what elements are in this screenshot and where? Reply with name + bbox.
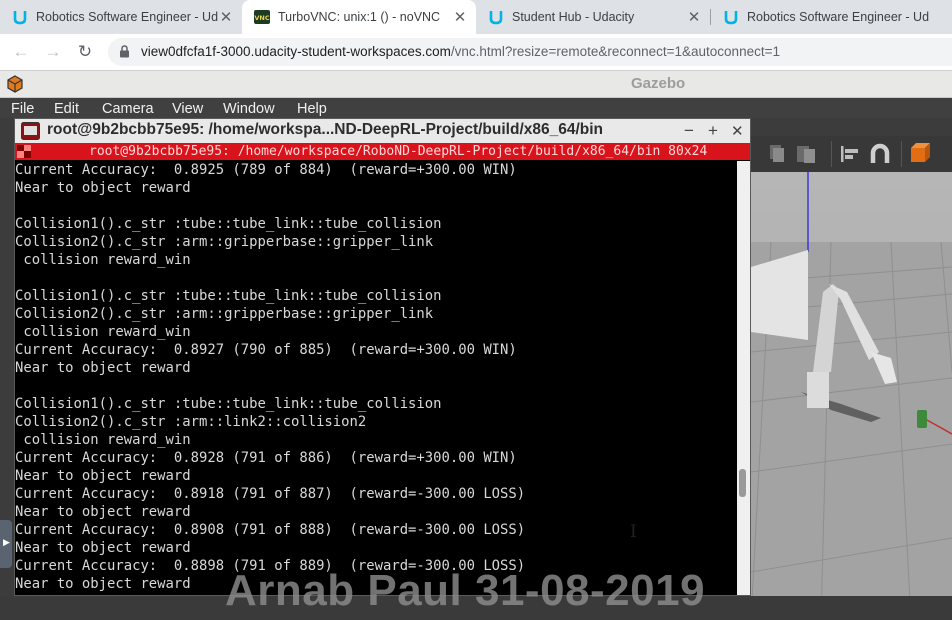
terminal-window[interactable]: root@9b2bcbb75e95: /home/workspa...ND-De…	[14, 118, 751, 596]
terminal-title-bar: root@9b2bcbb75e95: /home/workspa...ND-De…	[15, 119, 750, 143]
terminal-line: Current Accuracy: 0.8928 (791 of 886) (r…	[15, 450, 517, 466]
back-arrow-icon[interactable]: ←	[10, 41, 32, 63]
tab-title: TurboVNC: unix:1 () - noVNC	[278, 10, 441, 24]
terminal-line: Near to object reward	[15, 360, 191, 376]
terminal-line: Collision2().c_str :arm::gripperbase::gr…	[15, 234, 434, 250]
terminal-line: Collision2().c_str :arm::gripperbase::gr…	[15, 306, 434, 322]
menu-edit[interactable]: Edit	[54, 101, 79, 117]
udacity-icon	[12, 9, 28, 25]
terminal-line: Near to object reward	[15, 540, 191, 556]
gazebo-title: Gazebo	[631, 75, 686, 92]
forward-arrow-icon[interactable]: →	[42, 41, 64, 63]
terminal-line: Collision1().c_str :tube::tube_link::tub…	[15, 216, 442, 232]
reload-icon[interactable]: ↻	[74, 41, 96, 63]
tab-title: Student Hub - Udacity	[512, 10, 635, 24]
toolbar-divider	[901, 141, 902, 167]
close-tab-icon[interactable]: ✕	[452, 8, 468, 26]
menu-file[interactable]: File	[11, 101, 34, 117]
menu-camera[interactable]: Camera	[102, 101, 154, 117]
terminal-line: Near to object reward	[15, 504, 191, 520]
expand-arrow-icon: ▶	[3, 537, 10, 547]
menu-help[interactable]: Help	[297, 101, 327, 117]
browser-tab-bar: Robotics Software Engineer - Ud ✕ VNC Tu…	[0, 0, 952, 34]
terminal-line: Current Accuracy: 0.8908 (791 of 888) (r…	[15, 522, 526, 538]
terminal-line: Current Accuracy: 0.8927 (790 of 885) (r…	[15, 342, 517, 358]
align-icon[interactable]	[839, 144, 861, 169]
tab-title: Robotics Software Engineer - Ud	[36, 10, 218, 24]
terminal-line: Current Accuracy: 0.8918 (791 of 887) (r…	[15, 486, 526, 502]
terminal-line: Collision1().c_str :tube::tube_link::tub…	[15, 396, 442, 412]
menu-window[interactable]: Window	[223, 101, 275, 117]
shape-box-icon[interactable]	[909, 142, 937, 171]
terminal-tab-title: root@9b2bcbb75e95: /home/workspace/RoboN…	[89, 144, 708, 159]
vnc-icon: VNC	[254, 9, 270, 25]
vnc-sidebar-handle[interactable]: ▶	[0, 520, 12, 568]
terminal-line: Collision2().c_str :arm::link2::collisio…	[15, 414, 367, 430]
gazebo-toolbar	[751, 136, 952, 172]
browser-tab-2[interactable]: VNC TurboVNC: unix:1 () - noVNC ✕	[242, 0, 476, 34]
terminal-line: collision reward_win	[15, 252, 191, 268]
copy-icon[interactable]	[767, 144, 787, 169]
terminal-output[interactable]: Current Accuracy: 0.8925 (789 of 884) (r…	[15, 161, 737, 595]
terminal-line: collision reward_win	[15, 324, 191, 340]
udacity-icon	[723, 9, 739, 25]
close-tab-icon[interactable]: ✕	[218, 8, 234, 26]
terminal-title: root@9b2bcbb75e95: /home/workspa...ND-De…	[47, 121, 604, 138]
magnet-snap-icon[interactable]	[869, 143, 891, 170]
terminal-app-icon	[21, 122, 40, 145]
minimize-icon[interactable]: −	[684, 121, 694, 141]
close-tab-icon[interactable]: ✕	[686, 8, 702, 26]
terminal-line: Collision1().c_str :tube::tube_link::tub…	[15, 288, 442, 304]
text-cursor-icon: I	[630, 522, 637, 542]
scrollbar-thumb[interactable]	[739, 469, 746, 497]
address-bar: ← → ↻ view0dfcfa1f-3000.udacity-student-…	[0, 34, 952, 71]
terminal-line: Near to object reward	[15, 468, 191, 484]
terminal-line: Near to object reward	[15, 576, 191, 592]
gazebo-3d-viewport[interactable]	[751, 172, 952, 620]
udacity-icon	[488, 9, 504, 25]
terminal-line: Near to object reward	[15, 180, 191, 196]
browser-tab-3[interactable]: Student Hub - Udacity ✕	[476, 0, 710, 34]
gazebo-title-bar: Gazebo	[0, 71, 952, 98]
url-input[interactable]: view0dfcfa1f-3000.udacity-student-worksp…	[108, 38, 952, 66]
browser-tab-4[interactable]: Robotics Software Engineer - Ud	[711, 0, 952, 34]
tab-title: Robotics Software Engineer - Ud	[747, 10, 930, 24]
terminal-line: Current Accuracy: 0.8925 (789 of 884) (r…	[15, 162, 517, 178]
paste-icon[interactable]	[795, 144, 817, 169]
toolbar-divider	[831, 141, 832, 167]
lock-icon	[119, 45, 130, 63]
terminal-tab-bar[interactable]: root@9b2bcbb75e95: /home/workspace/RoboN…	[15, 143, 750, 160]
menu-view[interactable]: View	[172, 101, 203, 117]
gazebo-menu-bar: File Edit Camera View Window Help	[0, 98, 952, 118]
terminal-scrollbar[interactable]	[737, 161, 750, 595]
terminal-line: collision reward_win	[15, 432, 191, 448]
watermark-text: Arnab Paul 31-08-2019	[225, 566, 706, 615]
url-text: view0dfcfa1f-3000.udacity-student-worksp…	[141, 44, 780, 59]
close-icon[interactable]: ✕	[731, 122, 744, 140]
browser-tab-1[interactable]: Robotics Software Engineer - Ud ✕	[0, 0, 242, 34]
gazebo-app-icon	[6, 75, 24, 98]
svg-text:VNC: VNC	[254, 14, 269, 22]
maximize-icon[interactable]: +	[708, 121, 718, 141]
